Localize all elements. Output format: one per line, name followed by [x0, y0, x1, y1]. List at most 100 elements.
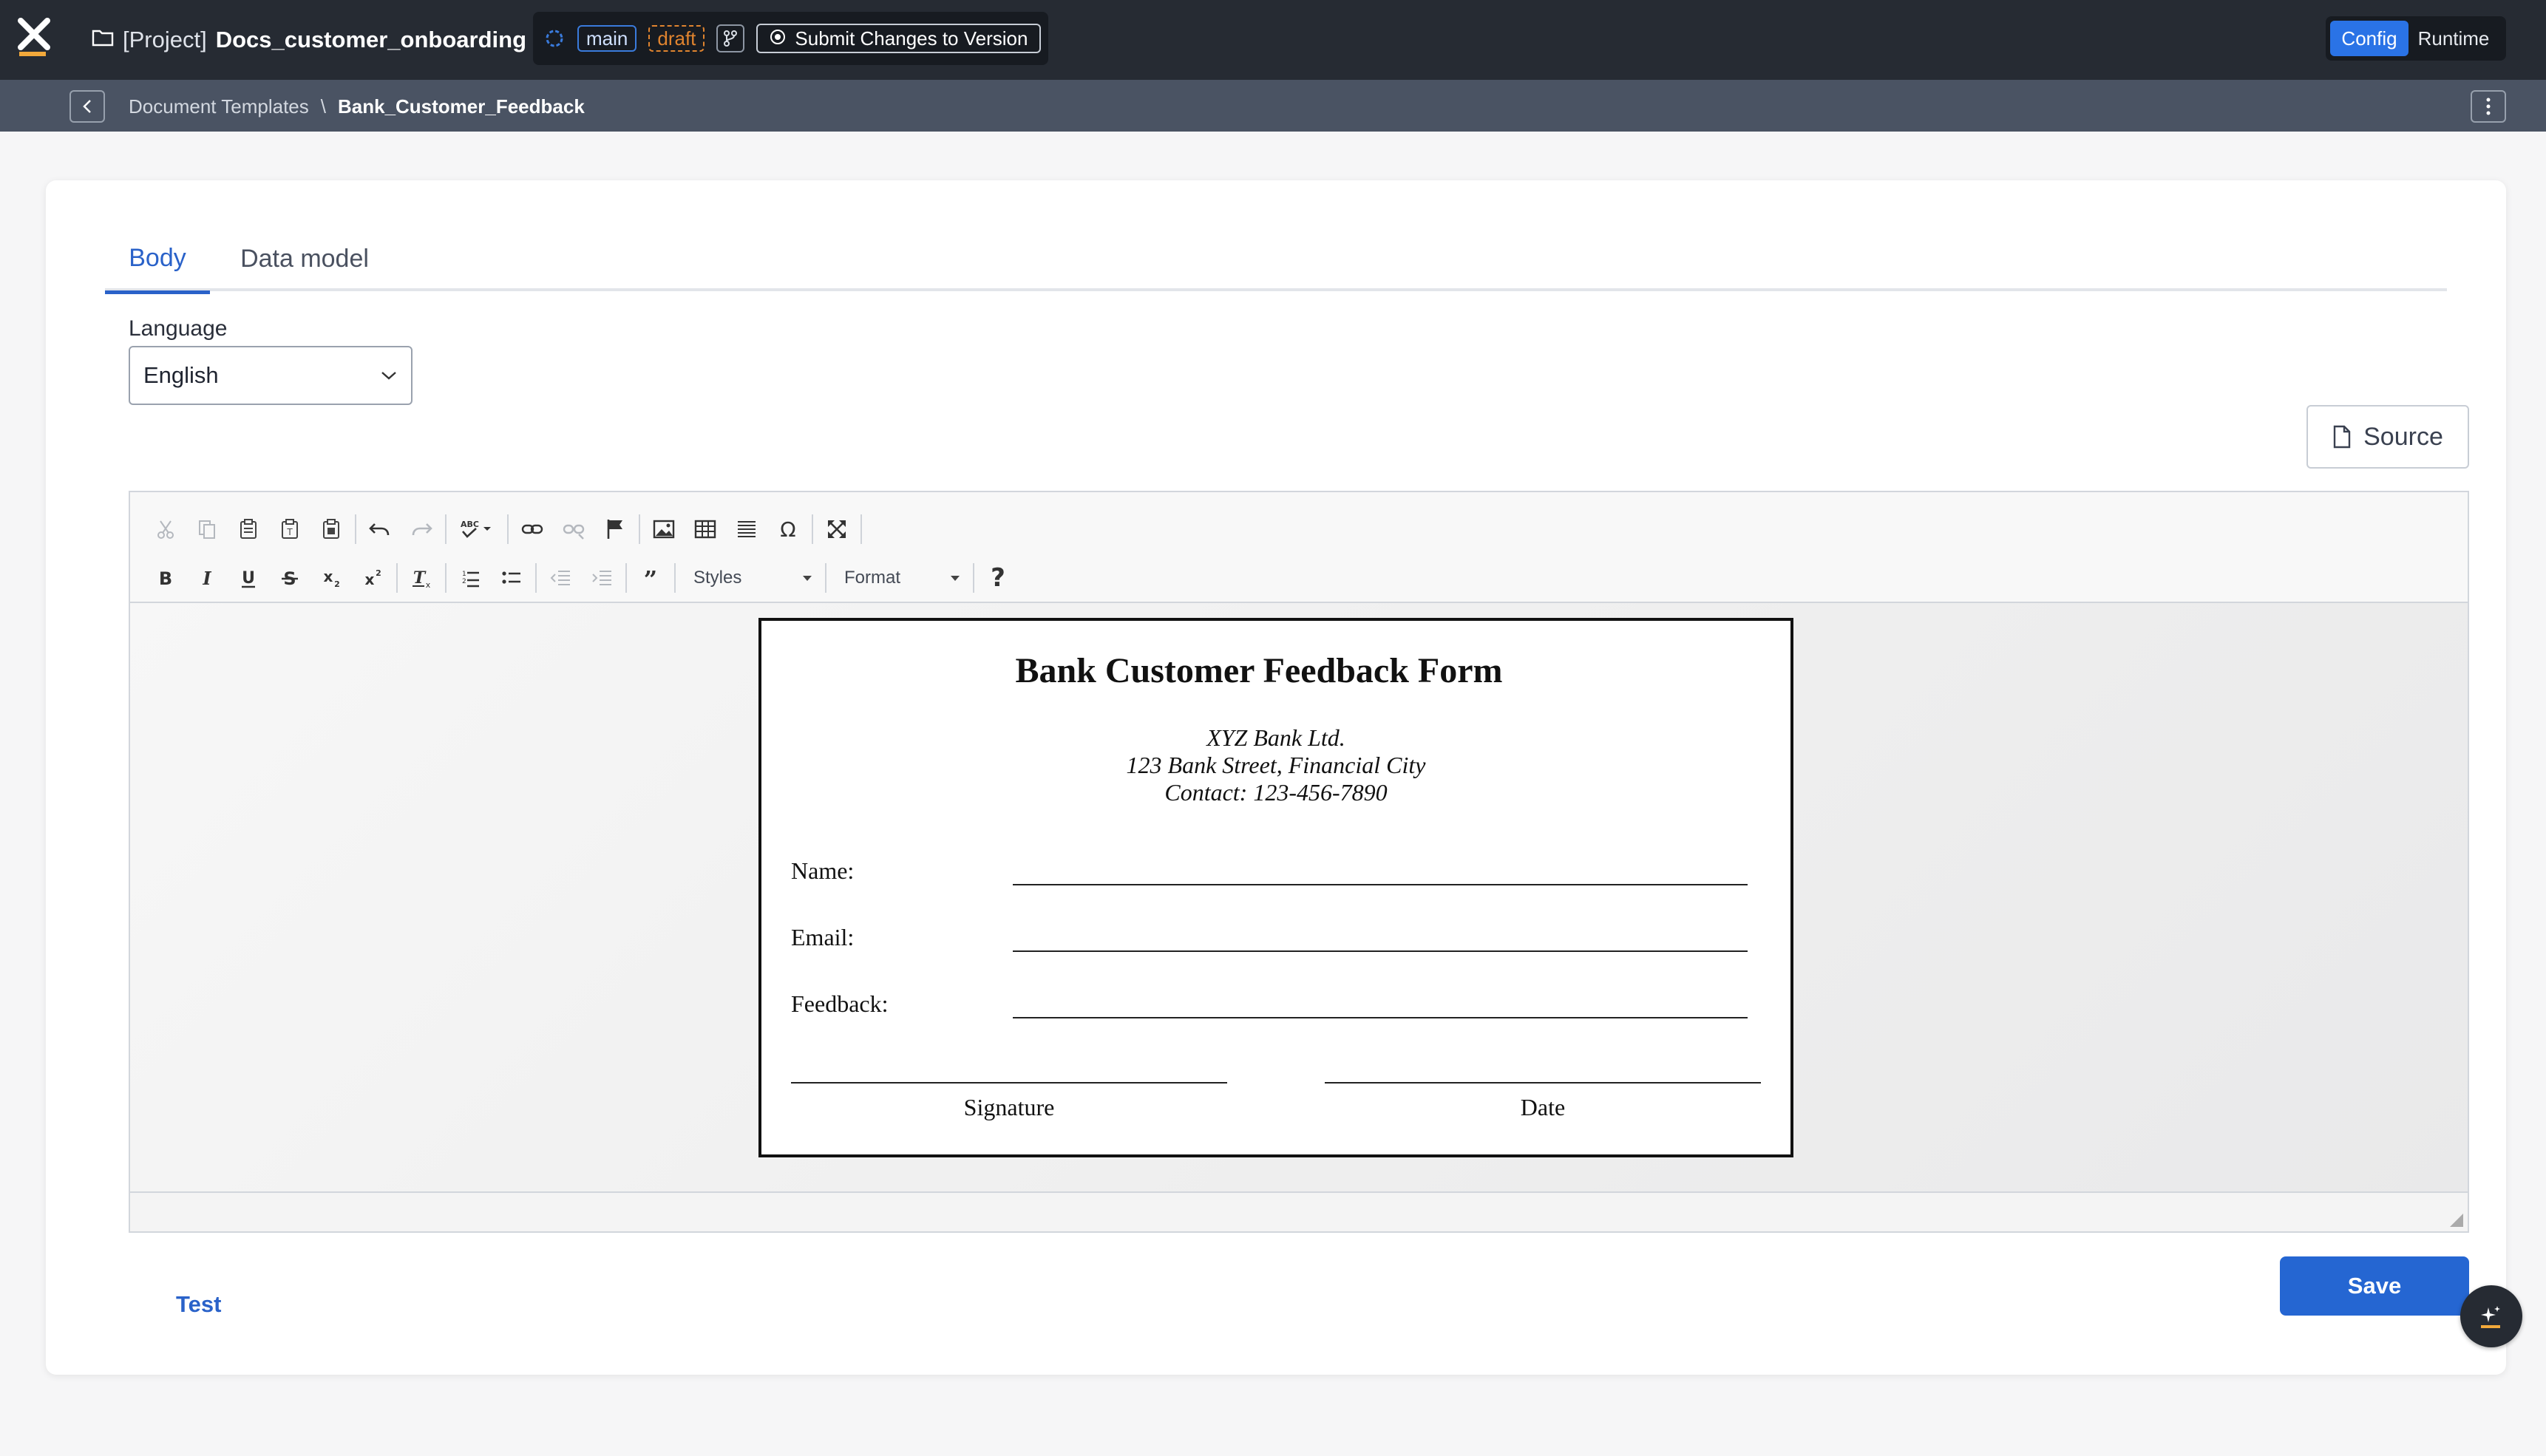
- template-editor-card: Body Data model Language English Source …: [46, 180, 2506, 1375]
- toolbar-row-2: B I U S x2 x2 Tx 12 ” Styles Format ?: [145, 557, 1019, 599]
- field-line: [1013, 884, 1748, 885]
- breadcrumb-parent[interactable]: Document Templates: [129, 95, 309, 118]
- submit-icon: [770, 27, 786, 50]
- document-address: XYZ Bank Ltd. 123 Bank Street, Financial…: [761, 724, 1790, 806]
- dropdown-arrow-icon: [951, 575, 960, 581]
- image-icon[interactable]: [643, 510, 685, 548]
- signature-line: [791, 1082, 1227, 1084]
- special-char-icon[interactable]: Ω: [767, 510, 809, 548]
- horizontal-line-icon[interactable]: [726, 510, 767, 548]
- kebab-icon: [2486, 98, 2491, 115]
- back-button[interactable]: [69, 90, 105, 123]
- maximize-icon[interactable]: [816, 510, 858, 548]
- tab-bar: Body Data model: [105, 220, 2447, 294]
- format-dropdown[interactable]: Format: [829, 560, 970, 596]
- svg-text:1: 1: [462, 571, 466, 578]
- svg-text:x: x: [365, 571, 375, 588]
- source-label: Source: [2363, 422, 2443, 451]
- test-button[interactable]: Test: [176, 1286, 221, 1323]
- signature-label: Signature: [963, 1094, 1055, 1120]
- indent-icon[interactable]: [581, 559, 622, 597]
- spellcheck-icon[interactable]: ABC: [449, 510, 504, 548]
- form-field-feedback: Feedback:: [791, 983, 1752, 1027]
- link-icon[interactable]: [512, 510, 553, 548]
- italic-icon[interactable]: I: [186, 559, 228, 597]
- date-line: [1325, 1082, 1761, 1084]
- toolbar-separator: [625, 563, 627, 593]
- subscript-icon[interactable]: x2: [310, 559, 352, 597]
- branch-icon[interactable]: [716, 24, 745, 52]
- redo-icon[interactable]: [401, 510, 442, 548]
- toolbar-separator: [445, 563, 447, 593]
- svg-text:Ω: Ω: [780, 517, 795, 542]
- ai-sparkle-icon[interactable]: [2460, 1285, 2522, 1347]
- svg-text:T: T: [413, 568, 427, 588]
- language-value: English: [143, 362, 219, 388]
- editor-content-area[interactable]: Bank Customer Feedback Form XYZ Bank Ltd…: [130, 603, 2468, 1191]
- styles-dropdown[interactable]: Styles: [679, 560, 822, 596]
- document-page: Bank Customer Feedback Form XYZ Bank Ltd…: [758, 618, 1793, 1157]
- form-field-email: Email:: [791, 916, 1752, 961]
- anchor-icon[interactable]: [594, 510, 636, 548]
- bold-icon[interactable]: B: [145, 559, 186, 597]
- bulleted-list-icon[interactable]: [491, 559, 532, 597]
- editor-toolbar: T ABC Ω B I U S x 2 x 2 T x 1 2 ” Styles…: [130, 492, 2468, 603]
- help-button[interactable]: ?: [977, 559, 1019, 597]
- mode-runtime[interactable]: Runtime: [2408, 21, 2499, 56]
- address-line: 123 Bank Street, Financial City: [1126, 752, 1426, 778]
- underline-icon[interactable]: U: [228, 559, 269, 597]
- field-line: [1013, 1017, 1748, 1018]
- cut-icon[interactable]: [145, 510, 186, 548]
- superscript-icon[interactable]: x2: [352, 559, 393, 597]
- mode-config[interactable]: Config: [2330, 21, 2408, 56]
- toolbar-separator: [860, 514, 862, 544]
- svg-text:T: T: [286, 527, 293, 537]
- toolbar-separator: [674, 563, 676, 593]
- version-control-bar: main draft Submit Changes to Version: [533, 12, 1048, 65]
- numbered-list-icon[interactable]: 12: [449, 559, 491, 597]
- toolbar-separator: [812, 514, 813, 544]
- toolbar-separator: [355, 514, 356, 544]
- svg-text:ABC: ABC: [461, 520, 479, 529]
- outdent-icon[interactable]: [540, 559, 581, 597]
- toolbar-separator: [507, 514, 509, 544]
- toolbar-separator: [396, 563, 398, 593]
- copy-icon[interactable]: [186, 510, 228, 548]
- styles-label: Styles: [693, 568, 742, 588]
- draft-badge: draft: [648, 25, 705, 52]
- branch-badge[interactable]: main: [577, 25, 637, 52]
- svg-text:U: U: [242, 569, 255, 588]
- format-label: Format: [844, 568, 901, 588]
- undo-icon[interactable]: [359, 510, 401, 548]
- project-title[interactable]: [Project] Docs_customer_onboarding: [92, 22, 526, 58]
- paste-text-icon[interactable]: T: [269, 510, 310, 548]
- remove-format-icon[interactable]: Tx: [401, 559, 442, 597]
- strikethrough-icon[interactable]: S: [269, 559, 310, 597]
- more-options-button[interactable]: [2471, 90, 2506, 123]
- chevron-down-icon: [381, 372, 396, 380]
- tab-data-model[interactable]: Data model: [231, 226, 378, 291]
- language-select[interactable]: English: [129, 346, 413, 405]
- resize-handle-icon[interactable]: [2450, 1214, 2463, 1227]
- paste-word-icon[interactable]: [310, 510, 352, 548]
- paste-icon[interactable]: [228, 510, 269, 548]
- table-icon[interactable]: [685, 510, 726, 548]
- svg-text:B: B: [159, 568, 172, 589]
- svg-text:x: x: [324, 568, 333, 585]
- x-logo-icon[interactable]: [16, 18, 52, 59]
- save-button[interactable]: Save: [2280, 1256, 2469, 1316]
- field-label: Feedback:: [791, 990, 889, 1017]
- svg-text:2: 2: [462, 578, 466, 585]
- toolbar-separator: [639, 514, 640, 544]
- breadcrumb-separator: \: [320, 95, 326, 118]
- breadcrumb: Document Templates \ Bank_Customer_Feedb…: [129, 92, 585, 121]
- source-button[interactable]: Source: [2306, 405, 2469, 469]
- address-line: XYZ Bank Ltd.: [1206, 724, 1345, 751]
- blockquote-icon[interactable]: ”: [630, 559, 671, 597]
- field-label: Email:: [791, 924, 855, 950]
- tab-body[interactable]: Body: [105, 226, 210, 294]
- svg-text:2: 2: [334, 579, 340, 589]
- unlink-icon[interactable]: [553, 510, 594, 548]
- svg-text:”: ”: [644, 565, 657, 591]
- submit-changes-button[interactable]: Submit Changes to Version: [756, 24, 1042, 53]
